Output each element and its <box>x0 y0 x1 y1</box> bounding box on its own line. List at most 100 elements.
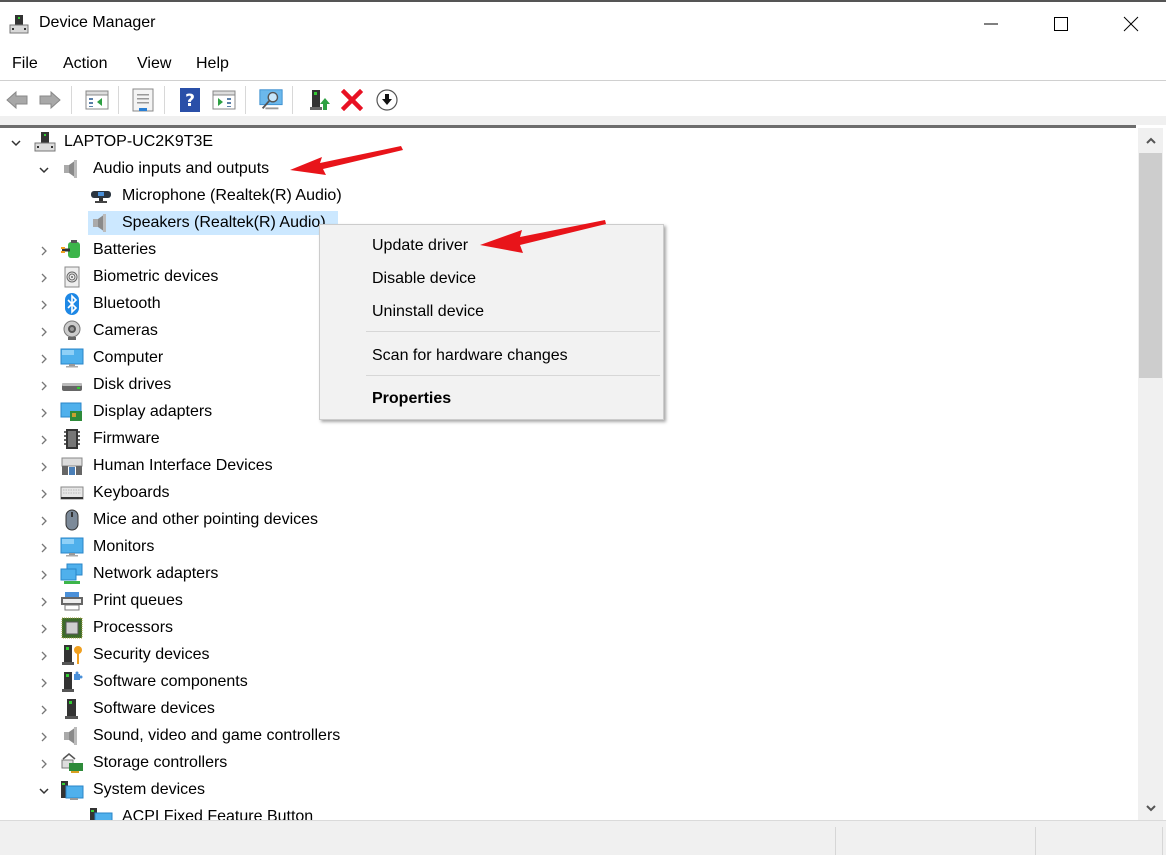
chevron-right-icon[interactable] <box>37 487 51 501</box>
chevron-right-icon[interactable] <box>37 352 51 366</box>
update-driver-button[interactable] <box>306 87 332 113</box>
help-button[interactable]: ? <box>177 87 203 113</box>
scroll-up-button[interactable] <box>1138 128 1163 153</box>
chevron-right-icon[interactable] <box>37 649 51 663</box>
toolbar-separator <box>292 86 293 114</box>
menu-item-disable-device[interactable]: Disable device <box>320 264 663 294</box>
chevron-right-icon[interactable] <box>37 514 51 528</box>
tree-item[interactable]: Keyboards <box>0 480 420 507</box>
tree-item-label: Keyboards <box>93 484 170 501</box>
tree-item-label: Cameras <box>93 322 158 339</box>
down-arrow-circle-icon <box>376 89 398 111</box>
tree-item[interactable]: Storage controllers <box>0 750 420 777</box>
chevron-right-icon[interactable] <box>37 730 51 744</box>
chevron-down-icon[interactable] <box>9 136 23 150</box>
tree-item[interactable]: Network adapters <box>0 561 420 588</box>
chevron-right-icon[interactable] <box>37 433 51 447</box>
speaker-icon <box>93 214 106 232</box>
toolbar-bottom-gap <box>0 116 1166 125</box>
chevron-right-icon[interactable] <box>37 244 51 258</box>
tree-item[interactable]: System devices <box>0 777 420 804</box>
speaker-icon <box>64 160 77 178</box>
chevron-right-icon[interactable] <box>37 595 51 609</box>
speaker-icon <box>64 727 77 745</box>
chevron-right-icon[interactable] <box>37 757 51 771</box>
red-x-icon <box>341 89 363 111</box>
tree-item[interactable]: Print queues <box>0 588 420 615</box>
tree-item[interactable]: Audio inputs and outputs <box>0 156 420 183</box>
status-divider <box>1035 827 1036 855</box>
chevron-right-icon[interactable] <box>37 460 51 474</box>
scan-hardware-button[interactable] <box>258 87 284 113</box>
menu-action[interactable]: Action <box>63 55 107 73</box>
menu-view[interactable]: View <box>137 55 171 73</box>
security-key-icon <box>62 645 82 665</box>
tree-item[interactable]: Mice and other pointing devices <box>0 507 420 534</box>
menu-item-uninstall-device[interactable]: Uninstall device <box>320 297 663 327</box>
scroll-down-button[interactable] <box>1138 795 1163 820</box>
chevron-right-icon[interactable] <box>37 379 51 393</box>
battery-icon <box>61 240 80 258</box>
menu-item-properties[interactable]: Properties <box>320 384 663 414</box>
tree-item[interactable]: Security devices <box>0 642 420 669</box>
tree-item-label: Display adapters <box>93 403 213 420</box>
menu-bar: File Action View Help <box>0 50 1166 80</box>
menu-divider <box>0 80 1166 81</box>
chevron-right-icon[interactable] <box>37 568 51 582</box>
update-driver-icon <box>310 90 330 110</box>
scan-monitor-icon <box>259 89 283 110</box>
minimize-button[interactable] <box>968 2 1014 46</box>
svg-text:?: ? <box>185 91 195 111</box>
uninstall-device-button[interactable] <box>339 87 365 113</box>
tree-item-label: Batteries <box>93 241 157 258</box>
forward-button[interactable] <box>37 87 63 113</box>
tree-item[interactable]: Processors <box>0 615 420 642</box>
toolbar: ? <box>0 82 1166 116</box>
tree-item[interactable]: Sound, video and game controllers <box>0 723 420 750</box>
tree-item-label: Print queues <box>93 592 183 609</box>
tree-root[interactable]: LAPTOP-UC2K9T3E <box>0 129 400 156</box>
tree-item[interactable]: Software components <box>0 669 420 696</box>
tree-item-label: Processors <box>93 619 174 636</box>
chevron-right-icon[interactable] <box>37 676 51 690</box>
disable-device-button[interactable] <box>374 87 400 113</box>
menu-help[interactable]: Help <box>196 55 229 73</box>
back-button[interactable] <box>4 87 30 113</box>
close-button[interactable] <box>1108 2 1154 46</box>
tree-item-label: Firmware <box>93 430 160 447</box>
action-pane-button[interactable] <box>211 87 237 113</box>
tree-item[interactable]: Monitors <box>0 534 420 561</box>
chevron-right-icon[interactable] <box>37 703 51 717</box>
menu-separator <box>366 375 660 376</box>
tree-root-label: LAPTOP-UC2K9T3E <box>64 133 214 150</box>
menu-file[interactable]: File <box>12 55 38 73</box>
tree-item-label: Human Interface Devices <box>93 457 273 474</box>
menu-item-update-driver[interactable]: Update driver <box>320 231 663 261</box>
menu-item-label: Uninstall device <box>372 303 485 320</box>
chevron-right-icon[interactable] <box>37 298 51 312</box>
action-pane-icon <box>212 90 236 110</box>
chevron-right-icon[interactable] <box>37 622 51 636</box>
scrollbar-thumb[interactable] <box>1139 153 1162 378</box>
disk-drive-icon <box>62 383 82 391</box>
console-tree-button[interactable] <box>84 87 110 113</box>
tree-item[interactable]: Microphone (Realtek(R) Audio) <box>0 183 420 210</box>
menu-item-label: Update driver <box>372 237 469 254</box>
tree-item[interactable]: Human Interface Devices <box>0 453 420 480</box>
chevron-right-icon[interactable] <box>37 325 51 339</box>
chevron-right-icon[interactable] <box>37 541 51 555</box>
tree-item[interactable]: Firmware <box>0 426 420 453</box>
chevron-down-icon[interactable] <box>37 784 51 798</box>
tree-item[interactable]: ACPI Fixed Feature Button <box>0 804 420 820</box>
maximize-button[interactable] <box>1038 2 1084 46</box>
vertical-scrollbar[interactable] <box>1138 128 1163 820</box>
tree-item-label: Biometric devices <box>93 268 219 285</box>
menu-item-scan-hardware[interactable]: Scan for hardware changes <box>320 341 663 371</box>
tree-item-label: Storage controllers <box>93 754 228 771</box>
tree-item[interactable]: Software devices <box>0 696 420 723</box>
chevron-right-icon[interactable] <box>37 271 51 285</box>
chevron-down-icon[interactable] <box>37 163 51 177</box>
properties-button[interactable] <box>130 87 156 113</box>
chevron-right-icon[interactable] <box>37 406 51 420</box>
title-bar: Device Manager <box>0 2 1166 46</box>
